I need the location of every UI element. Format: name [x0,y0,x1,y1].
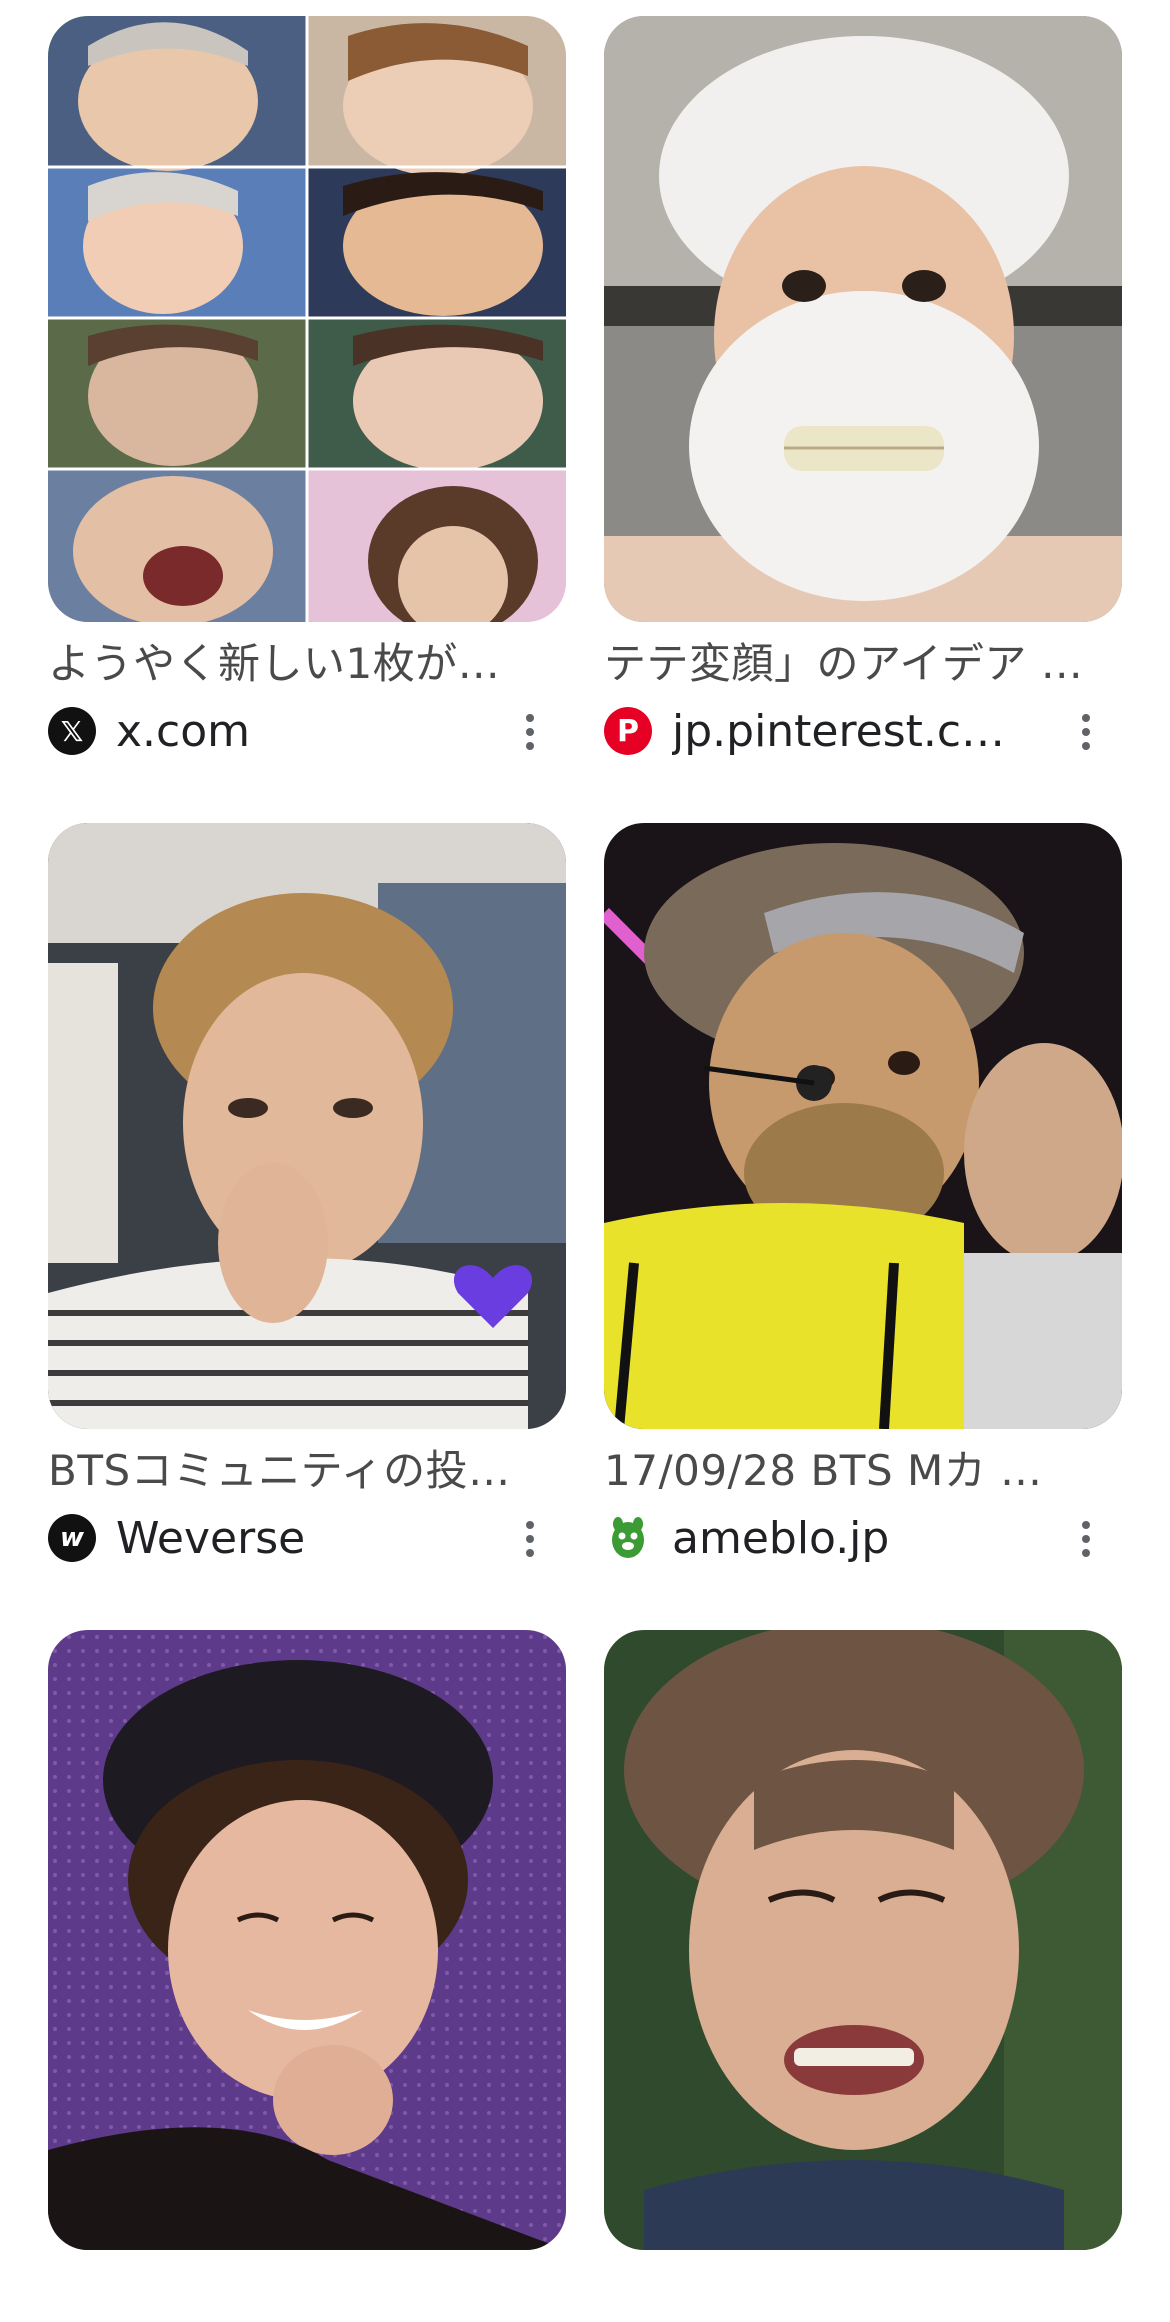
result-title[interactable] [48,2262,566,2322]
result-thumbnail[interactable] [48,1630,566,2250]
weverse-logo-icon: w [48,1514,96,1562]
pinterest-logo-icon: P [604,707,652,755]
more-options-icon[interactable] [1068,708,1104,756]
result-title[interactable]: ようやく新しい1枚が… [48,634,566,694]
ameba-logo-icon [604,1514,652,1562]
result-title[interactable]: BTSコミュニティの投… [48,1441,566,1501]
result-thumbnail[interactable] [604,823,1122,1429]
more-options-icon[interactable] [1068,1515,1104,1563]
result-source-row[interactable]: P jp.pinterest.c… [604,694,1122,768]
result-source: x.com [116,705,250,757]
result-source-row[interactable]: w Weverse [48,1501,566,1575]
result-card[interactable]: ようやく新しい1枚が… 𝕏 x.com [48,16,566,768]
result-card[interactable] [48,1630,566,2322]
result-thumbnail[interactable] [48,823,566,1429]
mic-face-image [604,823,1122,1429]
result-source-row[interactable]: ameblo.jp [604,1501,1122,1575]
result-card[interactable] [604,1630,1122,2322]
result-title[interactable] [604,2262,1122,2322]
x-logo-icon: 𝕏 [48,707,96,755]
result-thumbnail[interactable] [604,1630,1122,2250]
result-title[interactable]: 17/09/28 BTS Mカ … [604,1441,1122,1501]
more-options-icon[interactable] [512,708,548,756]
result-card[interactable]: テテ変顔」のアイデア … P jp.pinterest.c… [604,16,1122,768]
more-options-icon[interactable] [512,1515,548,1563]
beard-face-image [604,16,1122,622]
smile-hat-image [48,1630,566,2250]
collage-faces-image [48,16,566,622]
result-thumbnail[interactable] [604,16,1122,622]
result-thumbnail[interactable] [48,16,566,622]
thinking-face-image [48,823,566,1429]
result-card[interactable]: 17/09/28 BTS Mカ … ameblo.jp [604,823,1122,1575]
image-results-grid: ようやく新しい1枚が… 𝕏 x.com テテ変顔」のアイデア … P jp.pi… [0,0,1170,2266]
grimace-face-image [604,1630,1122,2250]
result-source: ameblo.jp [672,1512,890,1564]
result-source: jp.pinterest.c… [672,705,1006,757]
result-source-row[interactable]: 𝕏 x.com [48,694,566,768]
result-card[interactable]: BTSコミュニティの投… w Weverse [48,823,566,1575]
result-title[interactable]: テテ変顔」のアイデア … [604,634,1122,694]
result-source: Weverse [116,1512,306,1564]
